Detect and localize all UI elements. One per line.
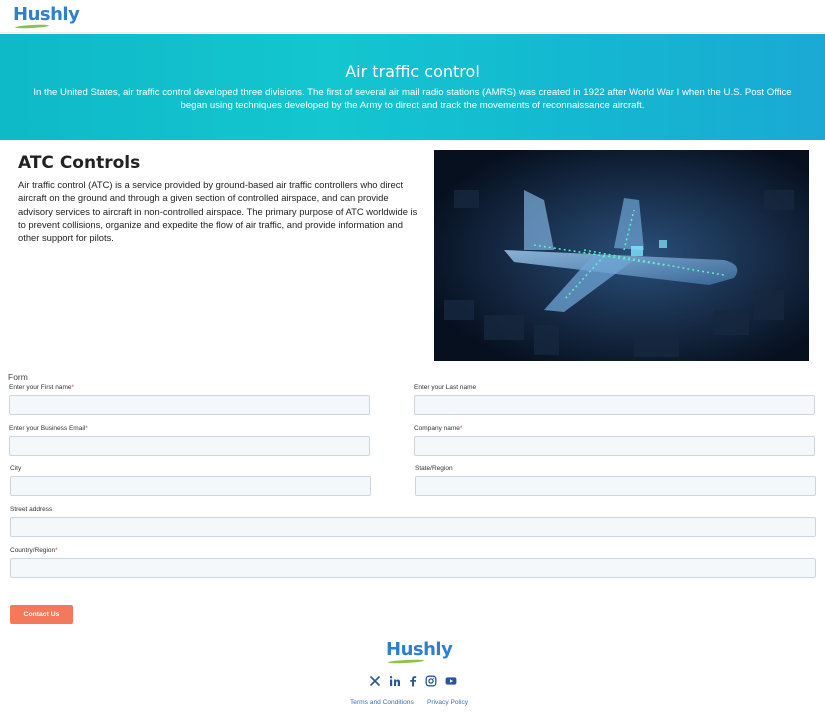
footer-logo-text: Hushly [386,639,453,660]
street-label: Street address [10,506,53,513]
facebook-icon[interactable] [407,675,419,687]
last-name-field[interactable] [414,395,815,415]
street-field[interactable] [10,517,816,537]
section-title: ATC Controls [18,153,141,173]
company-field[interactable] [414,436,815,456]
youtube-icon[interactable] [445,675,457,687]
first-name-field[interactable] [9,395,370,415]
hushly-logo[interactable]: Hushly [13,4,80,29]
last-name-label: Enter your Last name [414,384,477,391]
airplane-image [434,150,809,361]
first-name-label: Enter your First name* [9,384,75,391]
linkedin-icon[interactable] [389,675,401,687]
hero-text: In the United States, air traffic contro… [33,87,792,111]
city-label: City [10,465,22,472]
footer-logo[interactable]: Hushly [386,639,453,664]
country-field[interactable] [10,558,816,578]
section-text: Air traffic control (ATC) is a service p… [18,179,418,244]
hero-banner: Air traffic control In the United States… [0,34,825,140]
email-field[interactable] [9,436,370,456]
x-icon[interactable] [369,675,381,687]
hero-title: Air traffic control [345,62,480,81]
terms-link[interactable]: Terms and Conditions [350,699,414,706]
form-title: Form [8,372,28,382]
country-label: Country/Region* [10,547,58,554]
logo-text: Hushly [13,4,80,25]
company-label: Company name* [414,425,463,432]
email-label: Enter your Business Email* [9,425,88,432]
city-field[interactable] [10,476,371,496]
state-field[interactable] [415,476,816,496]
state-label: State/Region [415,465,453,472]
privacy-link[interactable]: Privacy Policy [427,699,468,706]
contact-us-button[interactable]: Contact Us [10,605,73,624]
top-header: Hushly [0,0,825,33]
instagram-icon[interactable] [425,675,437,687]
